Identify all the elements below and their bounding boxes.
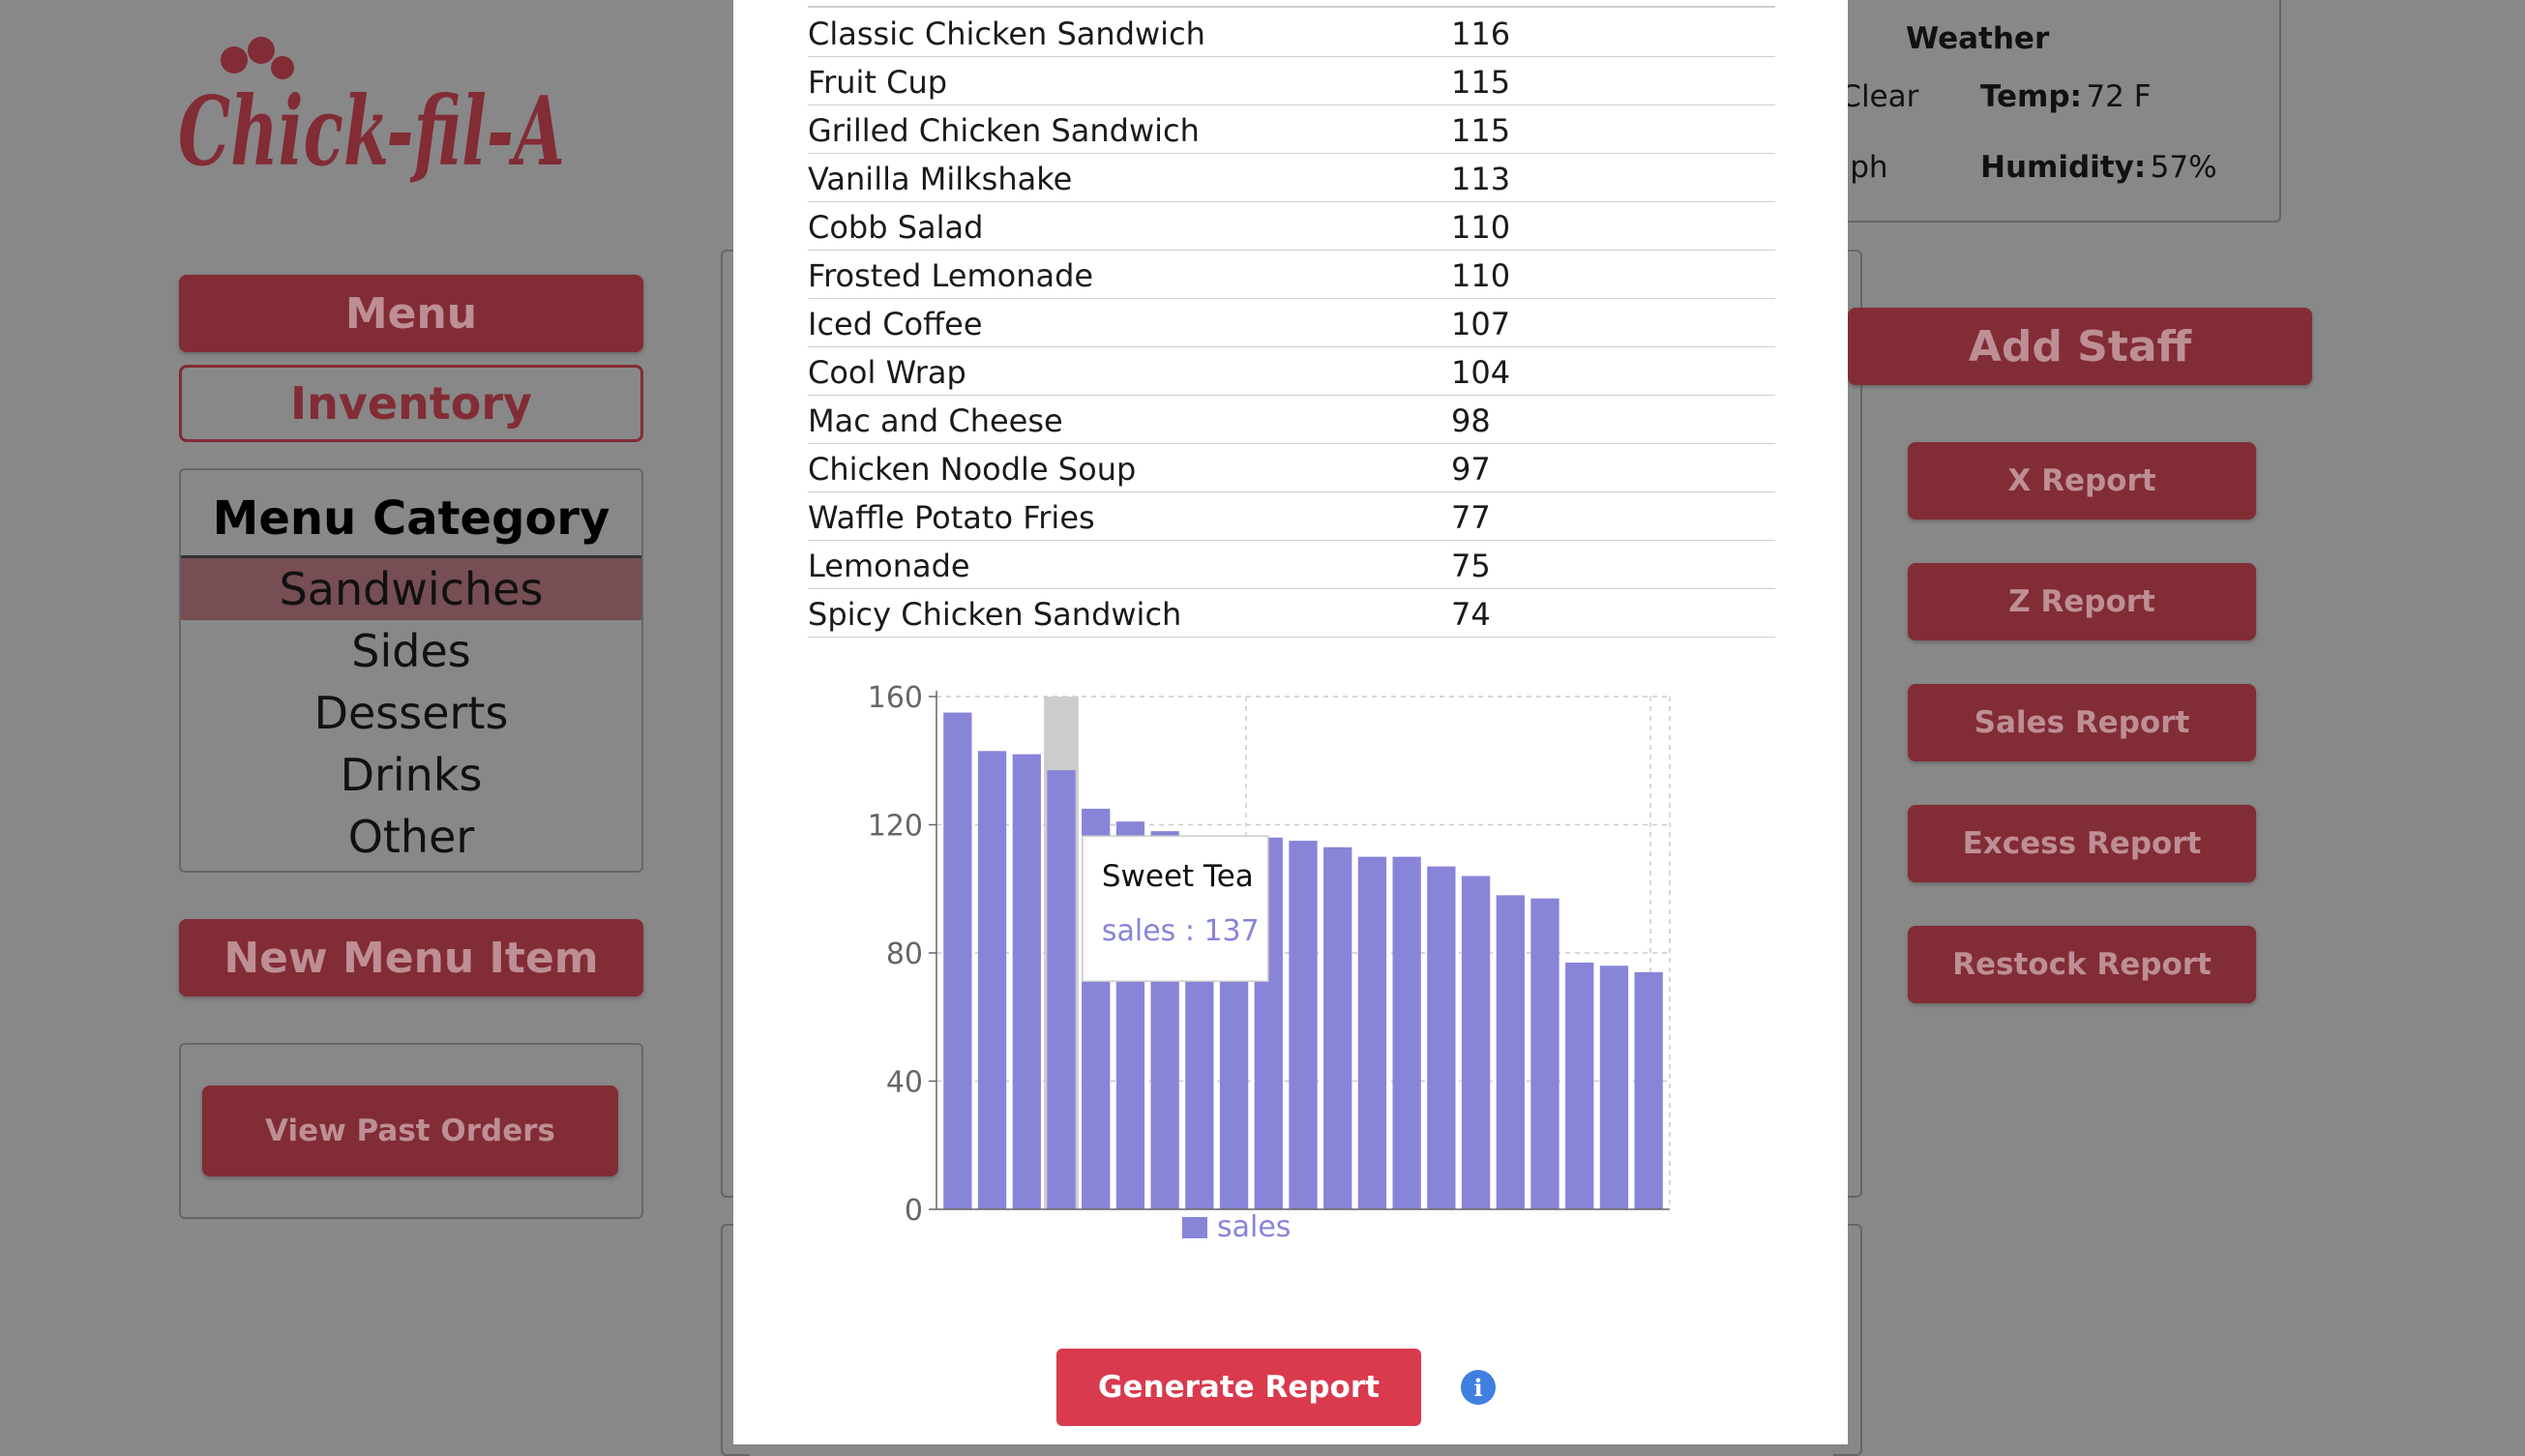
item-name: Fruit Cup	[808, 64, 948, 101]
item-name: Classic Chicken Sandwich	[808, 15, 1205, 52]
y-tick-label: 160	[868, 681, 923, 715]
item-name: Spicy Chicken Sandwich	[808, 596, 1182, 633]
item-name: Grilled Chicken Sandwich	[808, 112, 1200, 149]
legend-label: sales	[1217, 1210, 1291, 1244]
category-item-desserts[interactable]: Desserts	[181, 682, 641, 744]
sales-chart: 0 40 80 120 160 Sweet Tea sales : 137 sales	[842, 677, 1693, 1277]
item-sales: 116	[1451, 15, 1511, 52]
item-name: Vanilla Milkshake	[808, 161, 1073, 197]
item-sales: 74	[1451, 596, 1491, 633]
sales-chart-svg: 0 40 80 120 160 Sweet Tea sales : 137 sales	[868, 681, 1671, 1244]
bar	[1530, 898, 1560, 1209]
past-orders-panel: View Past Orders	[179, 1043, 643, 1219]
bar	[1496, 895, 1525, 1209]
item-sales: 115	[1451, 64, 1511, 101]
bar	[1565, 962, 1594, 1209]
item-sales: 75	[1451, 548, 1491, 584]
bar	[1599, 966, 1629, 1209]
item-name: Lemonade	[808, 548, 970, 584]
item-sales: 77	[1451, 499, 1491, 536]
item-name: Cobb Salad	[808, 209, 984, 246]
item-name: Mac and Cheese	[808, 402, 1063, 439]
weather-humidity: Humidity: 57%	[1980, 150, 2217, 185]
generate-report-button[interactable]: Generate Report	[1056, 1349, 1421, 1426]
item-name: Frosted Lemonade	[808, 257, 1094, 294]
legend-swatch	[1182, 1217, 1207, 1238]
table-row: Chicken Noodle Soup 97	[808, 443, 1775, 492]
category-item-other[interactable]: Other	[181, 806, 641, 868]
x-report-button[interactable]: X Report	[1908, 442, 2256, 520]
weather-title: Weather	[1906, 21, 2050, 56]
bar	[1461, 876, 1491, 1209]
tooltip-box	[1082, 835, 1269, 982]
table-row: Cobb Salad 110	[808, 201, 1775, 251]
y-tick-label: 0	[905, 1194, 923, 1228]
menu-category-title: Menu Category	[181, 490, 641, 558]
category-list: Sandwiches Sides Desserts Drinks Other	[181, 558, 641, 868]
temp-label: Temp:	[1980, 79, 2082, 114]
humidity-label: Humidity:	[1980, 150, 2147, 185]
table-row: Spicy Chicken Sandwich 74	[808, 588, 1775, 638]
table-row: Frosted Lemonade 110	[808, 250, 1775, 299]
bar	[1289, 841, 1318, 1209]
bar	[1634, 971, 1663, 1209]
bar	[1427, 866, 1456, 1209]
item-sales: 107	[1451, 306, 1511, 342]
table-row: Mac and Cheese 98	[808, 395, 1775, 444]
weather-panel: Weather : Clear Temp: 72 F mph Humidity:…	[1819, 0, 2281, 223]
y-tick-label: 80	[886, 937, 923, 971]
y-tick-label: 120	[868, 810, 923, 844]
menu-category-panel: Menu Category Sandwiches Sides Desserts Dri…	[179, 468, 643, 873]
bar	[1357, 856, 1387, 1209]
info-icon[interactable]: i	[1461, 1370, 1496, 1405]
tooltip-value: sales : 137	[1102, 914, 1260, 948]
bar	[943, 712, 972, 1209]
humidity-value: 57%	[2150, 150, 2217, 185]
table-row: Grilled Chicken Sandwich 115	[808, 104, 1775, 154]
category-item-sides[interactable]: Sides	[181, 620, 641, 682]
tooltip-title: Sweet Tea	[1102, 859, 1254, 894]
excess-report-button[interactable]: Excess Report	[1908, 805, 2256, 882]
inventory-button[interactable]: Inventory	[179, 365, 643, 442]
table-row: Classic Chicken Sandwich 116	[808, 8, 1775, 57]
view-past-orders-button[interactable]: View Past Orders	[202, 1085, 618, 1176]
category-item-sandwiches[interactable]: Sandwiches	[181, 558, 641, 620]
bar	[1012, 754, 1041, 1209]
y-tick-label: 40	[886, 1066, 923, 1100]
table-row: Fruit Cup 115	[808, 56, 1775, 105]
svg-text:Chick-fil-A: Chick-fil-A	[178, 76, 565, 188]
table-row: Iced Coffee 107	[808, 298, 1775, 347]
item-name: Iced Coffee	[808, 306, 983, 342]
item-sales: 110	[1451, 257, 1511, 294]
item-sales: 115	[1451, 112, 1511, 149]
item-sales: 104	[1451, 354, 1511, 391]
table-row: Lemonade 75	[808, 540, 1775, 589]
table-row: Waffle Potato Fries 77	[808, 491, 1775, 541]
chick-fil-a-logo: Chick-fil-A	[174, 19, 580, 203]
item-sales: 113	[1451, 161, 1511, 197]
item-name: Cool Wrap	[808, 354, 966, 391]
add-staff-button[interactable]: Add Staff	[1848, 308, 2312, 385]
item-sales: 98	[1451, 402, 1491, 439]
weather-temp: Temp: 72 F	[1980, 79, 2152, 114]
item-name: Chicken Noodle Soup	[808, 451, 1137, 488]
sales-report-button[interactable]: Sales Report	[1908, 684, 2256, 761]
bar	[977, 751, 1007, 1209]
item-sales: 97	[1451, 451, 1491, 488]
bar	[1323, 847, 1352, 1209]
category-item-drinks[interactable]: Drinks	[181, 744, 641, 806]
bar	[1047, 770, 1076, 1209]
z-report-button[interactable]: Z Report	[1908, 563, 2256, 640]
temp-value: 72 F	[2086, 79, 2152, 114]
table-row: Cool Wrap 104	[808, 346, 1775, 396]
restock-report-button[interactable]: Restock Report	[1908, 926, 2256, 1003]
menu-button[interactable]: Menu	[179, 275, 643, 352]
table-row: Vanilla Milkshake 113	[808, 153, 1775, 202]
new-menu-item-button[interactable]: New Menu Item	[179, 919, 643, 996]
item-name: Waffle Potato Fries	[808, 499, 1095, 536]
bar	[1392, 856, 1421, 1209]
item-sales: 110	[1451, 209, 1511, 246]
